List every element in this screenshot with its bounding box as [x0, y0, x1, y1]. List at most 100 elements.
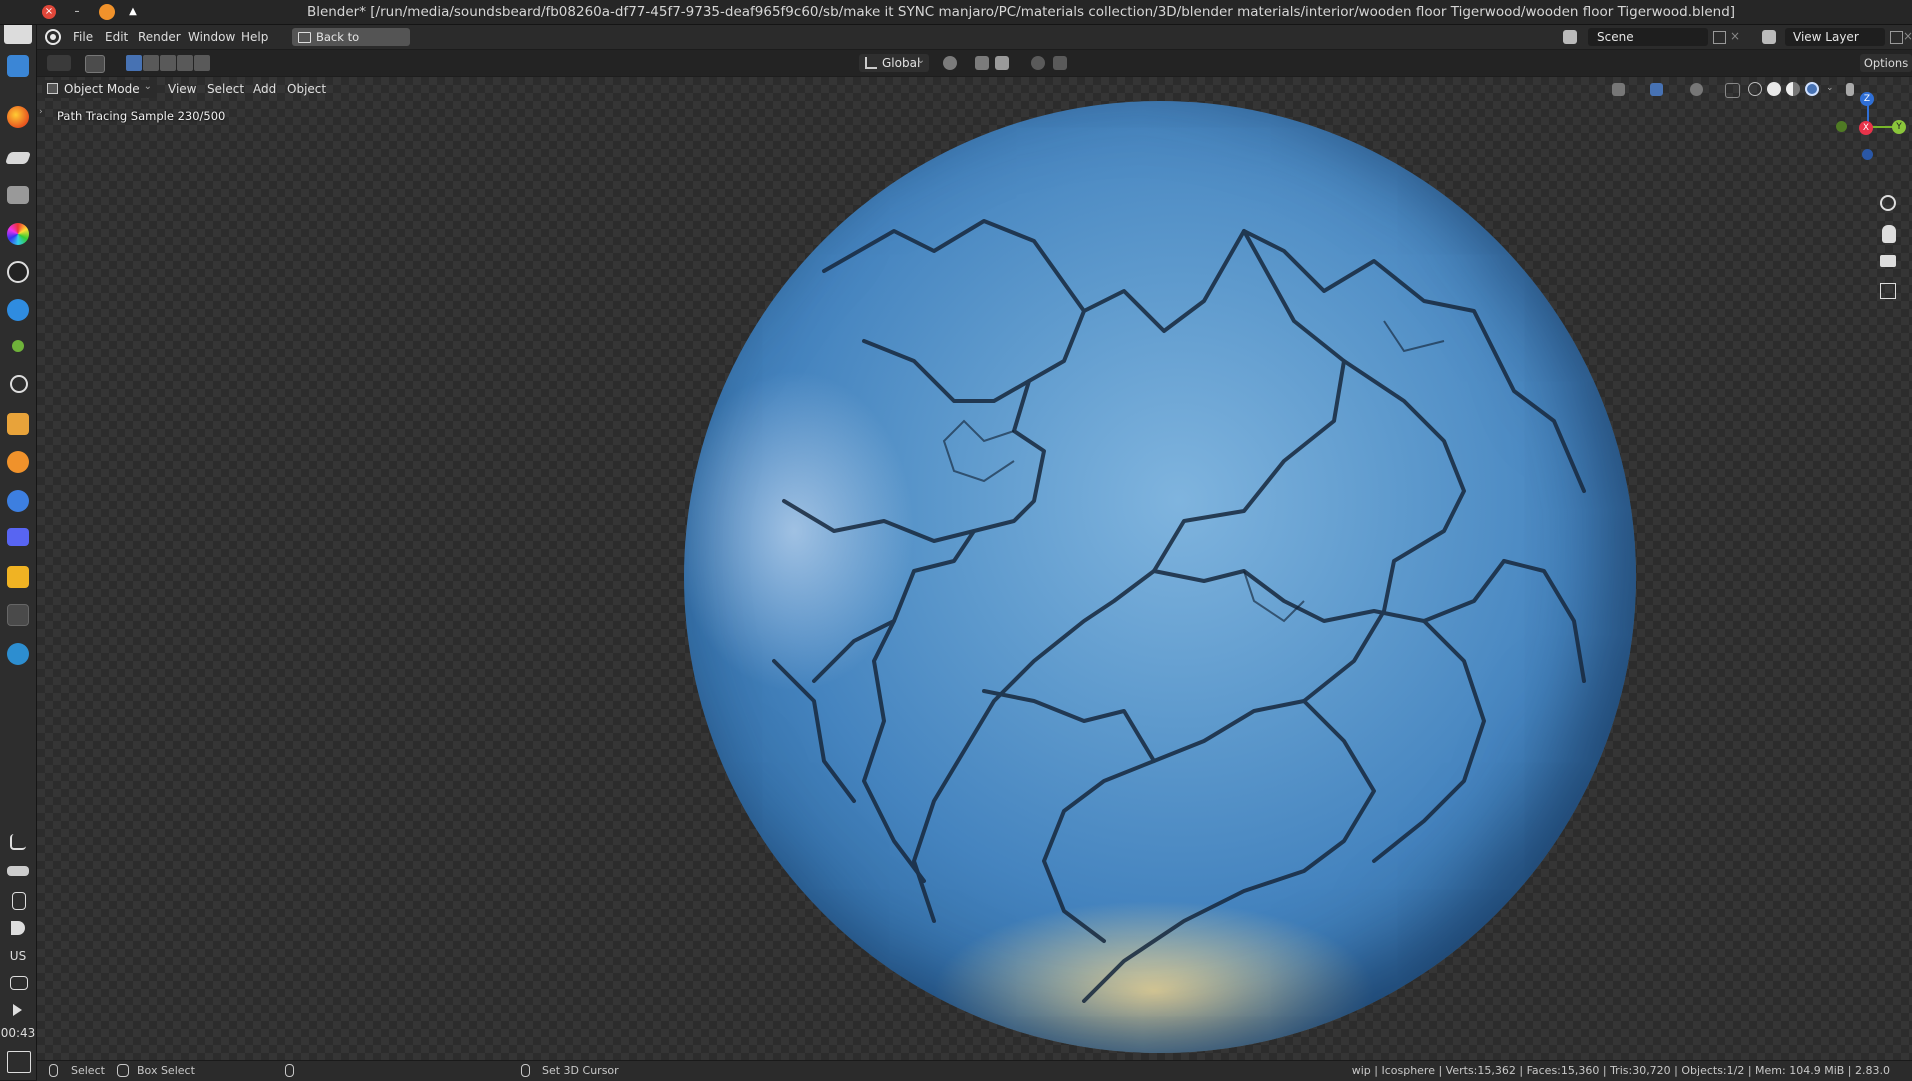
object-mode-dropdown[interactable]: Object Mode ⌄: [42, 80, 157, 98]
blender-logo-icon[interactable]: [45, 29, 61, 45]
steam-icon[interactable]: [7, 643, 29, 665]
window-titlebar: × – ▲ Blender* [/run/media/soundsbeard/f…: [0, 0, 1912, 25]
overlay-toggle-icon[interactable]: [1690, 83, 1703, 96]
gizmo-neg-z-ball[interactable]: [1862, 149, 1873, 160]
layers-icon[interactable]: [4, 152, 32, 164]
visibility-icon[interactable]: [1612, 83, 1625, 96]
3d-viewport[interactable]: Object Mode ⌄ View Select Add Object ⌄ ›…: [37, 77, 1912, 1060]
back-to-previous-button[interactable]: Back to Previous: [292, 28, 410, 62]
obs-icon[interactable]: [7, 261, 29, 283]
falloff-icon[interactable]: [1053, 56, 1067, 70]
editor-type-dropdown[interactable]: [47, 55, 71, 71]
camera-view-icon[interactable]: [1880, 255, 1896, 267]
volume-icon[interactable]: [11, 921, 25, 935]
snap-icon[interactable]: [975, 56, 989, 70]
delete-scene-icon[interactable]: ×: [1730, 29, 1740, 43]
xray-toggle-icon[interactable]: [1725, 83, 1740, 98]
clock[interactable]: 00:43: [0, 1026, 36, 1040]
scene-name: Scene: [1597, 30, 1634, 44]
vpn-icon[interactable]: [7, 490, 29, 512]
discord-yellow-icon[interactable]: [7, 566, 29, 588]
snap-increment-icon[interactable]: [995, 56, 1009, 70]
back-icon: [298, 32, 311, 43]
options-dropdown[interactable]: Options: [1860, 54, 1912, 72]
navigation-gizmo[interactable]: Z Y X: [1832, 87, 1912, 167]
new-scene-icon[interactable]: [1713, 31, 1726, 44]
view-layer-selector[interactable]: View Layer ×: [1759, 28, 1912, 46]
scene-selector[interactable]: Scene ×: [1560, 28, 1740, 46]
mouse-middle-icon: [285, 1064, 294, 1077]
object-mode-icon: [47, 83, 58, 94]
menu-file[interactable]: File: [69, 29, 97, 45]
files-icon[interactable]: [7, 55, 29, 77]
orientation-icon: [865, 57, 877, 69]
blender-topbar: File Edit Render Window Help Back to Pre…: [37, 25, 1912, 62]
play-icon[interactable]: [13, 1004, 22, 1016]
menu-edit[interactable]: Edit: [101, 29, 132, 45]
discord-icon[interactable]: [7, 528, 29, 546]
mouse-drag-icon: [117, 1064, 129, 1077]
menu-window[interactable]: Window: [184, 29, 239, 45]
search-icon[interactable]: [10, 375, 28, 393]
view-layer-name: View Layer: [1793, 30, 1859, 44]
marble-veins: [772, 219, 1586, 1003]
gizmo-y-ball[interactable]: Y: [1892, 120, 1906, 134]
menu-add[interactable]: Add: [253, 82, 276, 96]
rendered-shading-icon[interactable]: [1805, 82, 1819, 96]
thunderbird-icon[interactable]: [7, 299, 29, 321]
toolbar-expand-icon[interactable]: ›: [39, 107, 43, 117]
render-progress-text: Path Tracing Sample 230/500: [57, 109, 226, 123]
color-wheel-icon[interactable]: [7, 223, 29, 245]
gizmo-x-ball[interactable]: X: [1859, 121, 1873, 135]
tool-header: Global ⌄ Options: [37, 50, 1912, 76]
solid-shading-icon[interactable]: [1767, 82, 1781, 96]
status-select: Select: [71, 1064, 105, 1077]
transform-orientation-dropdown[interactable]: Global ⌄: [859, 54, 929, 72]
green-dot-icon[interactable]: [12, 340, 24, 352]
monitor-icon[interactable]: [10, 976, 28, 990]
select-extend-icon[interactable]: [143, 55, 159, 71]
wireframe-shading-icon[interactable]: [1748, 82, 1762, 96]
orientation-label: Global: [882, 56, 921, 70]
menu-help[interactable]: Help: [237, 29, 272, 45]
select-invert-icon[interactable]: [177, 55, 193, 71]
scene-icon: [1563, 30, 1577, 44]
firefox-icon[interactable]: [7, 106, 29, 128]
perspective-grid-icon[interactable]: [1880, 283, 1896, 299]
clipboard-icon[interactable]: [12, 892, 26, 910]
keyboard-layout[interactable]: US: [0, 949, 36, 963]
menu-render[interactable]: Render: [134, 29, 185, 45]
material-shading-icon[interactable]: [1786, 82, 1800, 96]
mouse-left-icon: [49, 1064, 58, 1077]
menu-view[interactable]: View: [168, 82, 196, 96]
tweak-tool-icon[interactable]: [85, 55, 105, 73]
blender-icon[interactable]: [7, 604, 29, 626]
select-new-icon[interactable]: [126, 55, 142, 71]
gizmo-toggle-icon[interactable]: [1650, 83, 1663, 96]
desktop-icon[interactable]: [7, 1051, 31, 1073]
proportional-edit-icon[interactable]: [1031, 56, 1045, 70]
delete-view-layer-icon[interactable]: ×: [1903, 29, 1912, 43]
scene-statistics: wip | Icosphere | Verts:15,362 | Faces:1…: [1351, 1064, 1890, 1077]
blender-orange-icon[interactable]: [7, 451, 29, 473]
object-mode-label: Object Mode: [64, 82, 140, 96]
archive-icon[interactable]: [7, 413, 29, 435]
select-subtract-icon[interactable]: [160, 55, 176, 71]
chevron-down-icon: ⌄: [143, 81, 152, 92]
feather-icon[interactable]: [10, 834, 26, 850]
viewport-header: Object Mode ⌄ View Select Add Object ⌄: [37, 77, 1912, 101]
menu-select[interactable]: Select: [207, 82, 244, 96]
menu-object[interactable]: Object: [287, 82, 326, 96]
mouse-right-icon: [521, 1064, 530, 1077]
window-title: Blender* [/run/media/soundsbeard/fb08260…: [306, 4, 1736, 20]
pan-hand-icon[interactable]: [1882, 225, 1896, 243]
pivot-point-icon[interactable]: [943, 56, 957, 70]
new-view-layer-icon[interactable]: [1890, 31, 1903, 44]
gizmo-neg-y-ball[interactable]: [1836, 121, 1847, 132]
gizmo-z-ball[interactable]: Z: [1860, 92, 1874, 106]
select-intersect-icon[interactable]: [194, 55, 210, 71]
zoom-icon[interactable]: [1880, 195, 1896, 211]
panel-icon[interactable]: [7, 186, 29, 204]
stack-icon[interactable]: [7, 866, 29, 876]
marble-sphere-render: [684, 101, 1636, 1053]
